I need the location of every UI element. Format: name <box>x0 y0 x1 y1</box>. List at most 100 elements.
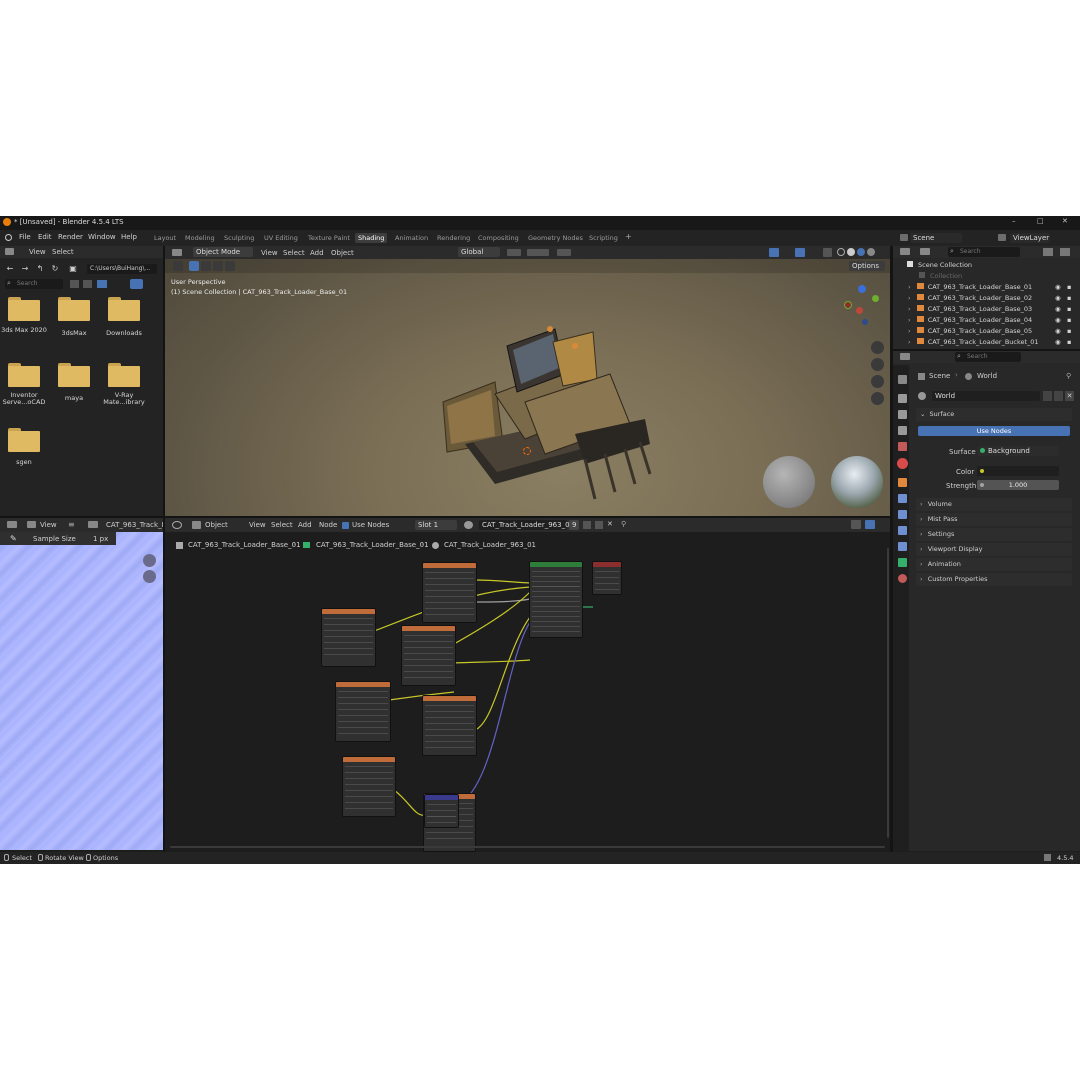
breadcrumb-world[interactable]: World <box>977 372 997 380</box>
node-image-texture[interactable] <box>321 608 376 667</box>
pin-icon[interactable]: ⚲ <box>621 520 626 528</box>
refresh-icon[interactable]: ↻ <box>50 264 60 274</box>
close-button[interactable]: ✕ <box>1062 217 1068 225</box>
area-divider[interactable] <box>0 516 890 518</box>
surface-shader-field[interactable]: Background <box>977 446 1059 456</box>
surface-panel-header[interactable]: ⌄ Surface <box>916 408 1072 421</box>
new-collection-icon[interactable] <box>1060 248 1070 256</box>
camera-render-icon[interactable]: ▪ <box>1067 326 1071 337</box>
unlink-icon[interactable]: ✕ <box>1065 391 1074 401</box>
tab-shading[interactable]: Shading <box>355 233 388 243</box>
outliner-item[interactable]: › CAT_963_Track_Loader_Bucket_01 ◉ ▪ <box>904 337 1076 348</box>
area-divider[interactable] <box>163 246 165 852</box>
tab-sculpting[interactable]: Sculpting <box>224 233 254 243</box>
shader-type-label[interactable]: Object <box>205 521 228 529</box>
panel-mist-pass[interactable]: › Mist Pass <box>916 513 1072 526</box>
area-divider[interactable] <box>893 349 1080 351</box>
outliner-item[interactable]: › CAT_963_Track_Loader_Base_02 ◉ ▪ <box>904 293 1076 304</box>
select-mode-icon[interactable] <box>225 261 235 271</box>
fb-menu-select[interactable]: Select <box>52 248 74 256</box>
panel-animation[interactable]: › Animation <box>916 558 1072 571</box>
axis-neg-icon[interactable] <box>856 307 863 314</box>
camera-render-icon[interactable]: ▪ <box>1067 293 1071 304</box>
shading-wire-icon[interactable] <box>837 248 845 256</box>
node-material-output[interactable] <box>592 561 622 595</box>
mode-selector[interactable]: Object Mode <box>193 247 253 257</box>
use-nodes-button[interactable]: Use Nodes <box>918 426 1070 436</box>
unlink-icon[interactable]: ✕ <box>607 520 613 528</box>
viewlayer-selector[interactable]: ViewLayer <box>1010 233 1050 243</box>
snap-toggle-icon[interactable] <box>865 520 875 529</box>
node-image-texture[interactable] <box>422 695 477 756</box>
menu-file[interactable]: File <box>19 233 31 241</box>
vp-menu-view[interactable]: View <box>261 249 278 257</box>
expand-arrow-icon[interactable]: › <box>908 316 911 324</box>
3d-cursor-icon[interactable] <box>523 447 531 455</box>
tab-texture-paint[interactable]: Texture Paint <box>308 233 350 243</box>
breadcrumb-scene[interactable]: Scene <box>929 372 950 380</box>
select-tool-icon[interactable] <box>173 261 183 271</box>
world-datablock[interactable]: World <box>932 391 1040 401</box>
tab-rendering[interactable]: Rendering <box>437 233 470 243</box>
menu-help[interactable]: Help <box>121 233 137 241</box>
panel-volume[interactable]: › Volume <box>916 498 1072 511</box>
area-divider[interactable] <box>890 246 893 852</box>
xray-icon[interactable] <box>823 248 832 257</box>
folder-icon[interactable] <box>8 428 40 452</box>
transform-orientation[interactable]: Global <box>458 247 500 257</box>
fb-menu-view[interactable]: View <box>29 248 46 256</box>
pivot-icon[interactable] <box>507 249 521 256</box>
material-browse-icon[interactable] <box>464 521 473 529</box>
proportional-icon[interactable] <box>557 249 571 256</box>
scene-selector[interactable]: Scene <box>910 233 962 243</box>
menu-edit[interactable]: Edit <box>38 233 52 241</box>
node-image-texture[interactable] <box>422 562 477 623</box>
color-field[interactable] <box>977 466 1059 476</box>
expand-arrow-icon[interactable]: › <box>908 294 911 302</box>
editor-type-icon[interactable] <box>900 353 910 360</box>
vertical-scrollbar[interactable] <box>887 548 889 838</box>
node-normal-map[interactable] <box>424 794 459 828</box>
ne-menu-add[interactable]: Add <box>298 521 312 529</box>
shader-type-icon[interactable] <box>192 521 201 529</box>
search-field[interactable]: ⌕ Search <box>5 279 63 289</box>
shading-material-icon[interactable] <box>857 248 865 256</box>
hand-pan-icon[interactable] <box>871 358 884 371</box>
physics-tab-icon[interactable] <box>898 526 907 535</box>
sample-size-value[interactable]: 1 px <box>93 535 108 543</box>
node-image-texture[interactable] <box>342 756 396 817</box>
ne-menu-select[interactable]: Select <box>271 521 293 529</box>
shading-solid-icon[interactable] <box>847 248 855 256</box>
view-layer-tab-icon[interactable] <box>898 426 907 435</box>
world-datablock-icon[interactable] <box>918 392 926 400</box>
track-loader-model[interactable] <box>425 324 655 524</box>
expand-arrow-icon[interactable]: › <box>908 327 911 335</box>
world-tab-icon[interactable] <box>897 458 908 469</box>
folder-icon[interactable] <box>108 297 140 321</box>
duplicate-icon[interactable] <box>1054 391 1063 401</box>
panel-custom-properties[interactable]: › Custom Properties <box>916 573 1072 586</box>
tab-modeling[interactable]: Modeling <box>185 233 215 243</box>
filter-icon[interactable] <box>1043 248 1053 256</box>
use-nodes-checkbox[interactable] <box>342 522 349 529</box>
blender-menu-icon[interactable] <box>5 234 12 241</box>
select-box-icon[interactable] <box>189 261 199 271</box>
minimize-button[interactable]: – <box>1012 217 1016 225</box>
particles-tab-icon[interactable] <box>898 510 907 519</box>
tab-compositing[interactable]: Compositing <box>478 233 519 243</box>
expand-arrow-icon[interactable]: › <box>908 305 911 313</box>
vp-menu-select[interactable]: Select <box>283 249 305 257</box>
axis-x-icon[interactable] <box>844 301 852 309</box>
editor-type-icon[interactable] <box>7 521 17 528</box>
forward-arrow-icon[interactable]: → <box>20 264 30 274</box>
add-workspace-icon[interactable]: + <box>625 232 632 241</box>
new-folder-icon[interactable]: ▣ <box>68 264 78 274</box>
expand-arrow-icon[interactable]: › <box>908 338 911 346</box>
image-editor-canvas[interactable]: ✎ Sample Size 1 px <box>0 532 163 850</box>
maximize-button[interactable]: □ <box>1037 217 1044 225</box>
navigation-gizmo[interactable] <box>840 285 884 329</box>
view-mode-icon[interactable] <box>27 521 36 528</box>
outliner-item[interactable]: › CAT_963_Track_Loader_Base_05 ◉ ▪ <box>904 326 1076 337</box>
select-mode-icon[interactable] <box>201 261 211 271</box>
display-mode-icon[interactable] <box>920 248 930 255</box>
